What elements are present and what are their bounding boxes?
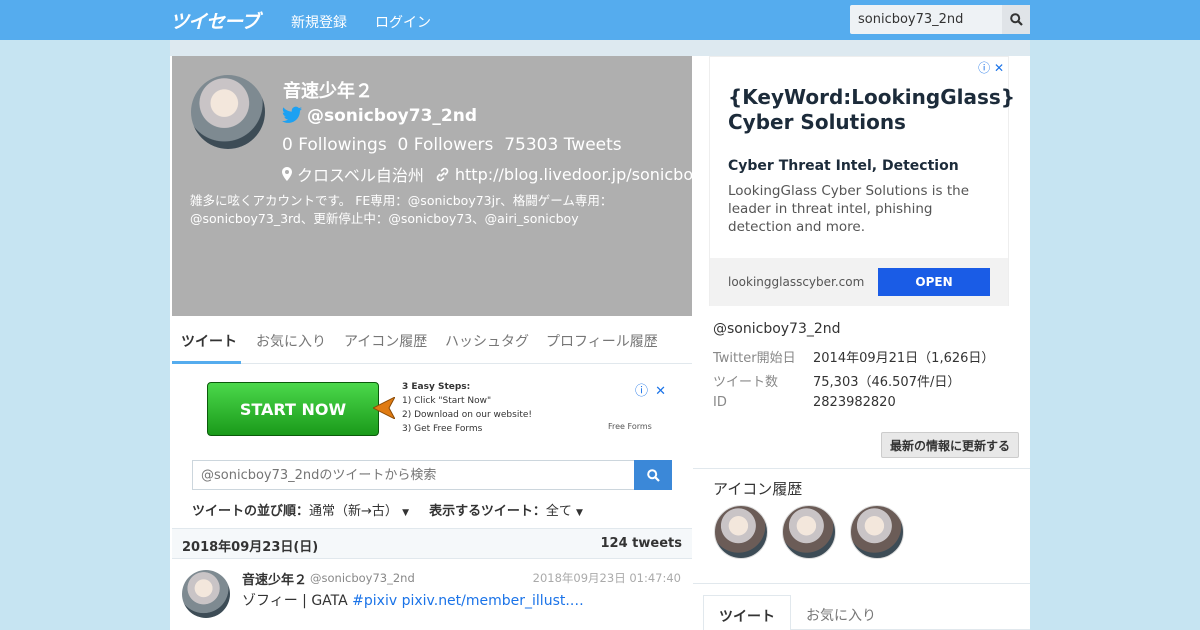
tweet-author-handle[interactable]: @sonicboy73_2nd [310, 571, 415, 585]
tweet-timestamp[interactable]: 2018年09月23日 01:47:40 [533, 570, 681, 586]
header-search-input[interactable] [850, 5, 1002, 34]
info-value: 75,303（46.507件/日） [813, 375, 961, 390]
tweet-body: ゾフィー | GATA [242, 593, 353, 609]
history-avatar[interactable] [782, 505, 836, 559]
tweets-count: 75303 [504, 135, 559, 155]
ad-banner[interactable]: START NOW 3 Easy Steps: 1) Click "Start … [207, 380, 667, 438]
tweet-author-name[interactable]: 音速少年２ [242, 569, 307, 588]
tab-tweets[interactable]: ツイート [181, 331, 237, 351]
search-icon [646, 468, 660, 482]
tweets-label: Tweets [563, 135, 622, 155]
info-key: ツイート数 [713, 375, 779, 390]
followings-count: 0 [282, 135, 293, 155]
profile-meta: クロスベル自治州 http://blog.livedoor.jp/sonicbo… [282, 162, 723, 186]
profile-avatar[interactable] [191, 75, 265, 149]
side-tab-favorites[interactable]: お気に入り [791, 595, 891, 630]
ad-brand: Free Forms [608, 422, 652, 431]
arrow-pointer-icon [373, 397, 395, 419]
tweet-text: ゾフィー | GATA #pixiv pixiv.net/member_illu… [242, 590, 584, 610]
info-value: 2014年09月21日（1,626日） [813, 351, 995, 366]
ad-info-icon[interactable]: ⓘ [978, 61, 990, 75]
side-ad-footer: lookingglasscyber.com OPEN [710, 258, 1008, 306]
ad-step-2: 2) Download on our website! [402, 410, 533, 420]
twitter-bird-icon [282, 106, 302, 123]
login-link[interactable]: ログイン [375, 12, 431, 32]
ad-close-icon[interactable]: ✕ [994, 61, 1004, 75]
tweet-link[interactable]: #pixiv pixiv.net/member_illust.… [352, 593, 584, 609]
followings-label: Followings [298, 135, 387, 155]
location-pin-icon [282, 167, 292, 181]
sort-order-dropdown[interactable]: ツイートの並び順：通常（新→古） ▼ [192, 504, 409, 519]
signup-link[interactable]: 新規登録 [291, 12, 347, 32]
ad-choices[interactable]: ⓘ ✕ [978, 59, 1004, 76]
refresh-button[interactable]: 最新の情報に更新する [881, 432, 1019, 458]
profile-url[interactable]: http://blog.livedoor.jp/sonicboy73 [455, 165, 723, 184]
show-filter-label: 表示するツイート： [429, 504, 546, 519]
ad-step-1: 1) Click "Start Now" [402, 396, 492, 406]
top-strip [170, 40, 1030, 56]
tweet-avatar[interactable] [182, 570, 230, 618]
date-group-date: 2018年09月23日(日) [182, 540, 319, 555]
sort-controls: ツイートの並び順：通常（新→古） ▼ 表示するツイート：全て ▼ [192, 500, 583, 519]
sort-order-value: 通常（新→古） [309, 504, 398, 519]
history-avatar[interactable] [714, 505, 768, 559]
tab-favorites[interactable]: お気に入り [256, 331, 326, 351]
tweet-search-button[interactable] [634, 460, 672, 490]
followers-label: Followers [413, 135, 494, 155]
info-key: ID [713, 395, 727, 410]
history-avatar[interactable] [850, 505, 904, 559]
followers-count: 0 [397, 135, 409, 155]
search-button[interactable] [1002, 5, 1030, 34]
ad-close-icon[interactable]: ✕ [655, 384, 666, 399]
ad-steps: 3 Easy Steps: 1) Click "Start Now" 2) Do… [402, 380, 532, 436]
side-ad-description: LookingGlass Cyber Solutions is the lead… [728, 183, 970, 235]
profile-location: クロスベル自治州 [297, 166, 424, 185]
tab-hashtags[interactable]: ハッシュタグ [445, 331, 529, 351]
start-now-button[interactable]: START NOW [207, 382, 379, 436]
caret-down-icon: ▼ [576, 508, 583, 518]
profile-bio: 雑多に呟くアカウントです。 FE専用：@sonicboy73jr、格闘ゲーム専用… [190, 193, 613, 226]
ad-info-icon[interactable]: ⓘ [635, 384, 648, 399]
show-filter-value: 全て [545, 504, 572, 519]
show-filter-dropdown[interactable]: 表示するツイート：全て ▼ [429, 504, 583, 519]
side-ad-open-button[interactable]: OPEN [878, 268, 990, 296]
info-value: 2823982820 [813, 395, 896, 410]
profile-handle: @sonicboy73_2nd [307, 106, 477, 126]
ad-choices[interactable]: ⓘ ✕ [635, 380, 666, 399]
side-tab-tweets[interactable]: ツイート [703, 595, 791, 630]
account-handle: @sonicboy73_2nd [713, 321, 841, 337]
tweet-search [192, 460, 672, 490]
search-icon [1009, 13, 1023, 26]
tab-profile-history[interactable]: プロフィール履歴 [546, 331, 658, 351]
side-tabs: ツイート お気に入り [703, 595, 1030, 630]
top-nav: ツイセーブ 新規登録 ログイン [0, 0, 1200, 40]
info-key: Twitter開始日 [713, 351, 796, 366]
main-tabs: ツイート お気に入り アイコン履歴 ハッシュタグ プロフィール履歴 [172, 316, 692, 364]
divider [693, 468, 1030, 469]
ad-steps-title: 3 Easy Steps: [402, 382, 471, 392]
active-tab-indicator [172, 361, 241, 364]
side-ad-headline: {KeyWord:LookingGlass} Cyber Solutions [728, 85, 1016, 134]
side-ad[interactable]: ⓘ ✕ {KeyWord:LookingGlass} Cyber Solutio… [709, 56, 1015, 306]
divider [693, 583, 1030, 584]
date-group-count: 124 tweets [600, 536, 682, 551]
sort-order-label: ツイートの並び順： [192, 504, 310, 519]
tweet-item: 音速少年２ @sonicboy73_2nd 2018年09月23日 01:47:… [172, 560, 692, 630]
profile-stats: 0 Followings 0 Followers 75303 Tweets [282, 135, 622, 155]
side-ad-subhead: Cyber Threat Intel, Detection [728, 158, 959, 174]
tweet-search-input[interactable] [193, 461, 635, 489]
site-logo[interactable]: ツイセーブ [170, 7, 260, 34]
profile-name: 音速少年２ [283, 81, 373, 102]
link-icon [436, 167, 449, 181]
icon-history-title: アイコン履歴 [713, 480, 803, 498]
date-group-header: 2018年09月23日(日) 124 tweets [172, 528, 692, 559]
caret-down-icon: ▼ [402, 508, 409, 518]
ad-step-3: 3) Get Free Forms [402, 424, 483, 434]
tab-icon-history[interactable]: アイコン履歴 [344, 331, 427, 351]
header-search [850, 5, 1030, 34]
side-ad-domain: lookingglasscyber.com [728, 275, 865, 289]
